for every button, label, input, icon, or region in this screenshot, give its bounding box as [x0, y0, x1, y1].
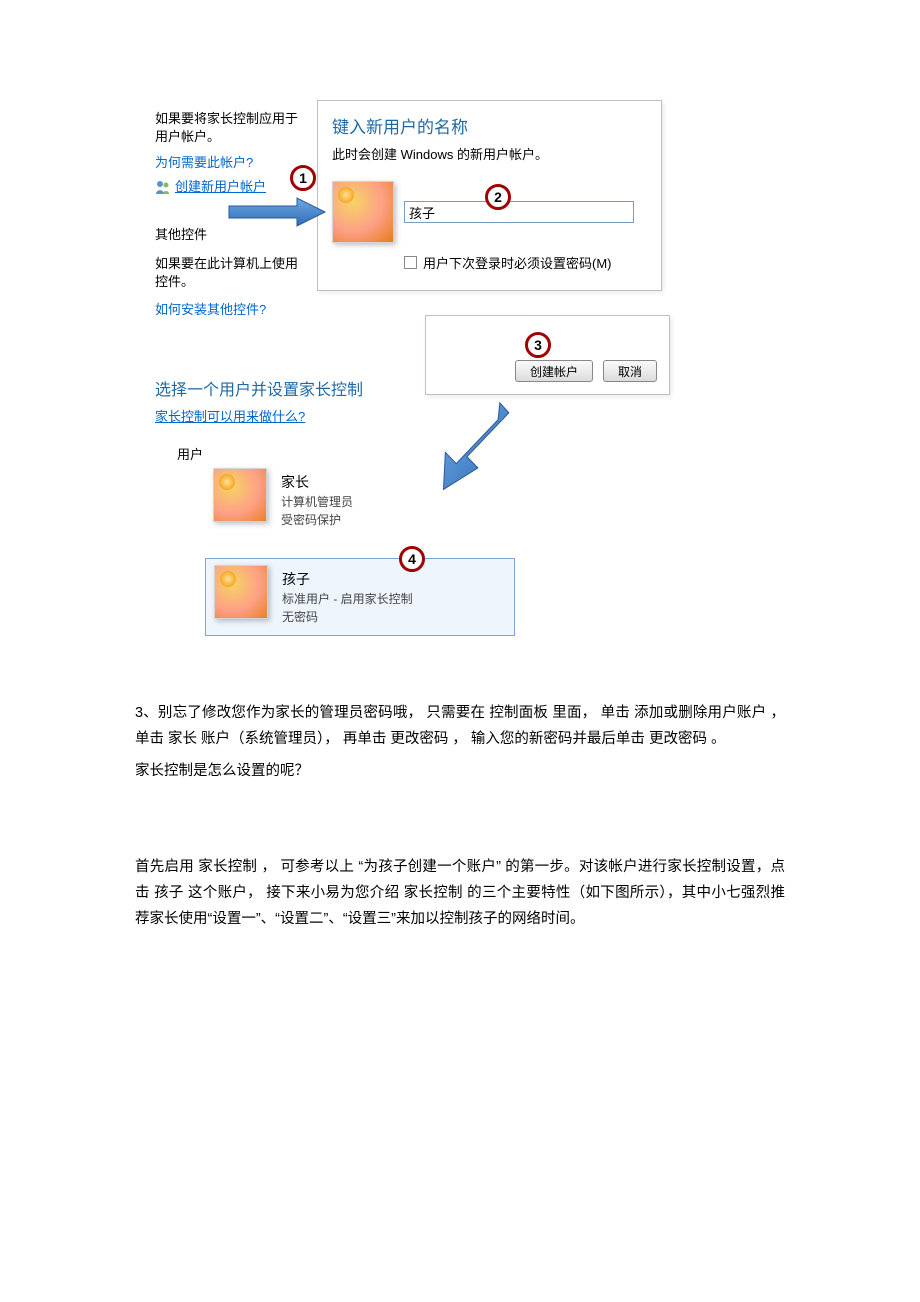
- avatar: [332, 181, 394, 243]
- tutorial-screenshot-composite: 如果要将家长控制应用于 用户帐户。 为何需要此帐户? 创建新用户帐户 其他控件 …: [135, 100, 655, 660]
- dialog-title: 键入新用户的名称: [332, 113, 647, 138]
- if-text-1: 如果要在此计算机上使用: [155, 255, 335, 273]
- how-install-link[interactable]: 如何安装其他控件?: [155, 301, 335, 319]
- step-badge-1: 1: [290, 165, 316, 191]
- user-info: 孩子 标准用户 - 启用家长控制 无密码: [282, 565, 413, 625]
- dialog-subtitle: 此时会创建 Windows 的新用户帐户。: [332, 144, 647, 163]
- avatar: [213, 468, 267, 522]
- dialog-buttons-box: 创建帐户 取消: [425, 315, 670, 395]
- user-role: 计算机管理员: [281, 493, 353, 510]
- paragraph-how-heading: 家长控制是怎么设置的呢？: [135, 758, 785, 784]
- checkbox-icon[interactable]: [404, 256, 417, 269]
- password-required-checkbox-row[interactable]: 用户下次登录时必须设置密码(M): [404, 253, 647, 272]
- arrow-icon: [227, 196, 327, 228]
- create-account-button[interactable]: 创建帐户: [515, 360, 593, 382]
- step-badge-3: 3: [525, 332, 551, 358]
- user-tile-child[interactable]: 孩子 标准用户 - 启用家长控制 无密码: [205, 558, 515, 636]
- if-text-2: 控件。: [155, 273, 335, 291]
- user-name: 孩子: [282, 569, 413, 589]
- user-info: 家长 计算机管理员 受密码保护: [281, 468, 353, 528]
- avatar: [214, 565, 268, 619]
- step-badge-4: 4: [399, 546, 425, 572]
- step-badge-2: 2: [485, 184, 511, 210]
- what-can-parental-do-link[interactable]: 家长控制可以用来做什么?: [155, 406, 305, 425]
- user-role: 标准用户 - 启用家长控制: [282, 590, 413, 607]
- select-user-heading: 选择一个用户并设置家长控制: [155, 376, 363, 400]
- user-password-status: 无密码: [282, 608, 413, 625]
- people-icon: [155, 179, 171, 195]
- create-new-account-link[interactable]: 创建新用户帐户: [175, 178, 266, 196]
- checkbox-label: 用户下次登录时必须设置密码(M): [423, 253, 612, 272]
- arrow-icon: [440, 398, 520, 498]
- users-label: 用户: [177, 444, 203, 463]
- paragraph-step3: 3、别忘了修改您作为家长的管理员密码哦， 只需要在 控制面板 里面， 单击 添加…: [135, 700, 785, 752]
- paragraph-enable-parental: 首先启用 家长控制 ， 可参考以上 “为孩子创建一个账户” 的第一步。对该帐户进…: [135, 854, 785, 932]
- user-name: 家长: [281, 472, 353, 492]
- username-input[interactable]: [404, 201, 634, 223]
- intro-text-2: 用户帐户。: [155, 128, 335, 146]
- intro-text-1: 如果要将家长控制应用于: [155, 110, 335, 128]
- cancel-button[interactable]: 取消: [603, 360, 657, 382]
- user-password-status: 受密码保护: [281, 511, 353, 528]
